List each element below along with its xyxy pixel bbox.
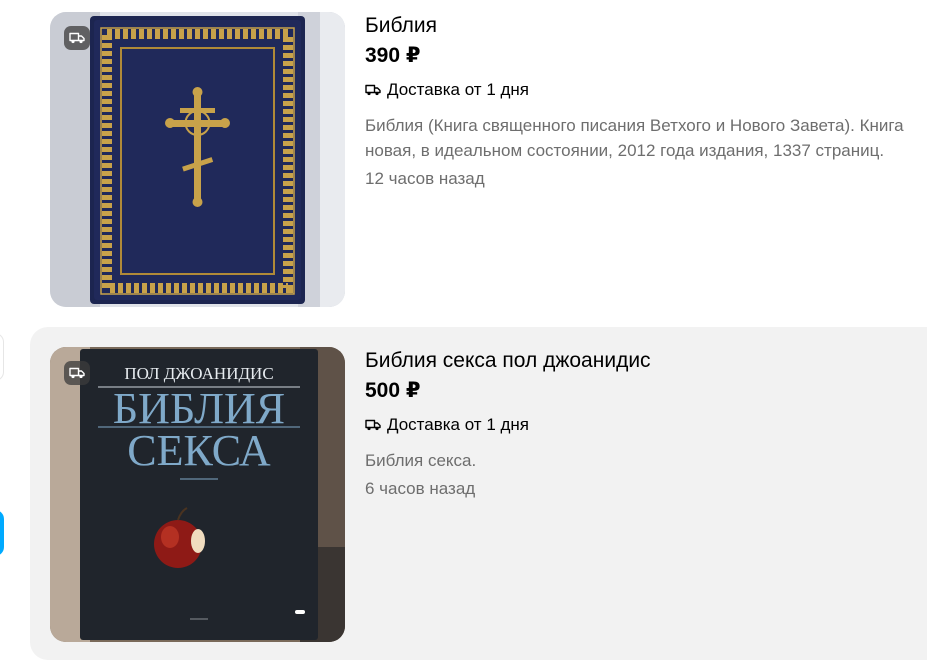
adjacent-card-edge (0, 333, 4, 381)
listing-description: Библия секса. (365, 451, 477, 470)
truck-icon (365, 84, 381, 96)
listing-price: 500 ₽ (365, 379, 421, 402)
listing-card[interactable]: ПОЛ ДЖОАНИДИС БИБЛИЯ СЕКСА Библия секса … (30, 327, 927, 660)
listing-title[interactable]: Библия (365, 13, 927, 39)
book-cover-photo: ПОЛ ДЖОАНИДИС БИБЛИЯ СЕКСА (50, 347, 345, 642)
cover-title-line2: СЕКСА (127, 426, 271, 475)
delivery-label: Доставка от 1 дня (387, 80, 530, 99)
listing-photo[interactable]: ПОЛ ДЖОАНИДИС БИБЛИЯ СЕКСА (50, 347, 345, 642)
listing-time: 12 часов назад (365, 169, 485, 188)
listing-card[interactable]: Библия 390 ₽ Доставка от 1 дня Библия (К… (30, 0, 927, 318)
listing-time: 6 часов назад (365, 479, 476, 498)
listing-description: Библия (Книга священного писания Ветхого… (365, 116, 904, 160)
listing-info: Библия секса пол джоанидис 500 ₽ Доставк… (365, 348, 927, 500)
listing-photo[interactable] (50, 12, 345, 307)
bible-cover-photo (50, 12, 345, 307)
adjacent-button-edge[interactable] (0, 510, 4, 556)
truck-icon (69, 367, 85, 379)
cover-author: ПОЛ ДЖОАНИДИС (124, 364, 273, 383)
listing-price: 390 ₽ (365, 44, 421, 67)
delivery-badge (64, 26, 90, 50)
delivery-info: Доставка от 1 дня (365, 414, 927, 436)
delivery-label: Доставка от 1 дня (387, 415, 530, 434)
listing-title[interactable]: Библия секса пол джоанидис (365, 348, 927, 374)
truck-icon (365, 419, 381, 431)
truck-icon (69, 32, 85, 44)
delivery-badge (64, 361, 90, 385)
listing-info: Библия 390 ₽ Доставка от 1 дня Библия (К… (365, 13, 927, 190)
delivery-info: Доставка от 1 дня (365, 79, 927, 101)
